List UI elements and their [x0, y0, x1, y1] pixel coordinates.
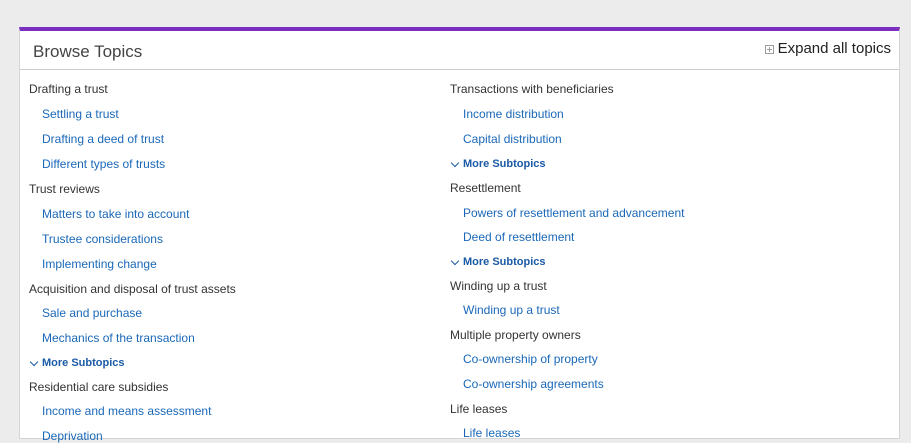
topic-heading: Multiple property owners: [450, 328, 581, 342]
subtopic-link[interactable]: Drafting a deed of trust: [29, 132, 164, 146]
subtopic-link[interactable]: Mechanics of the transaction: [29, 331, 195, 345]
subtopic-link[interactable]: Matters to take into account: [29, 207, 189, 221]
more-subtopics-button[interactable]: More Subtopics: [450, 157, 546, 171]
topic-heading: Acquisition and disposal of trust assets: [29, 282, 236, 296]
subtopic-link[interactable]: Capital distribution: [450, 132, 562, 146]
chevron-down-icon: [450, 256, 460, 265]
subtopic-link[interactable]: Deed of resettlement: [450, 230, 574, 244]
more-subtopics-button[interactable]: More Subtopics: [29, 356, 125, 370]
page-title: Browse Topics: [33, 42, 143, 61]
subtopic-link[interactable]: Settling a trust: [29, 107, 119, 121]
subtopic-link[interactable]: Powers of resettlement and advancement: [450, 206, 684, 220]
topic-heading: Resettlement: [450, 181, 521, 195]
subtopic-link[interactable]: Life leases: [450, 426, 520, 440]
browse-topics-panel: Browse Topics Expand all topics Drafting…: [19, 27, 900, 443]
topic-heading: Winding up a trust: [450, 279, 547, 293]
topic-heading: Residential care subsidies: [29, 380, 169, 394]
more-subtopics-label: More Subtopics: [42, 357, 125, 369]
subtopic-link[interactable]: Co-ownership agreements: [450, 377, 604, 391]
chevron-down-icon: [29, 357, 39, 366]
more-subtopics-label: More Subtopics: [463, 158, 546, 170]
plus-square-icon: [764, 45, 774, 54]
chevron-down-icon: [450, 158, 460, 167]
expand-all-button[interactable]: Expand all topics: [764, 40, 891, 57]
topic-heading: Transactions with beneficiaries: [450, 82, 614, 96]
more-subtopics-button[interactable]: More Subtopics: [450, 255, 546, 269]
subtopic-link[interactable]: Winding up a trust: [450, 303, 560, 317]
topic-heading: Life leases: [450, 402, 508, 416]
subtopic-link[interactable]: Co-ownership of property: [450, 352, 598, 366]
panel-header: Browse Topics Expand all topics: [20, 31, 899, 70]
subtopic-link[interactable]: Implementing change: [29, 257, 157, 271]
more-subtopics-label: More Subtopics: [463, 256, 546, 268]
subtopic-link[interactable]: Income distribution: [450, 107, 564, 121]
subtopic-link[interactable]: Income and means assessment: [29, 404, 211, 418]
subtopic-link[interactable]: Different types of trusts: [29, 157, 165, 171]
subtopic-link[interactable]: Deprivation: [29, 429, 103, 443]
expand-all-label: Expand all topics: [777, 40, 891, 57]
topic-heading: Drafting a trust: [29, 82, 108, 96]
subtopic-link[interactable]: Sale and purchase: [29, 306, 142, 320]
subtopic-link[interactable]: Trustee considerations: [29, 232, 163, 246]
topic-heading: Trust reviews: [29, 182, 100, 196]
